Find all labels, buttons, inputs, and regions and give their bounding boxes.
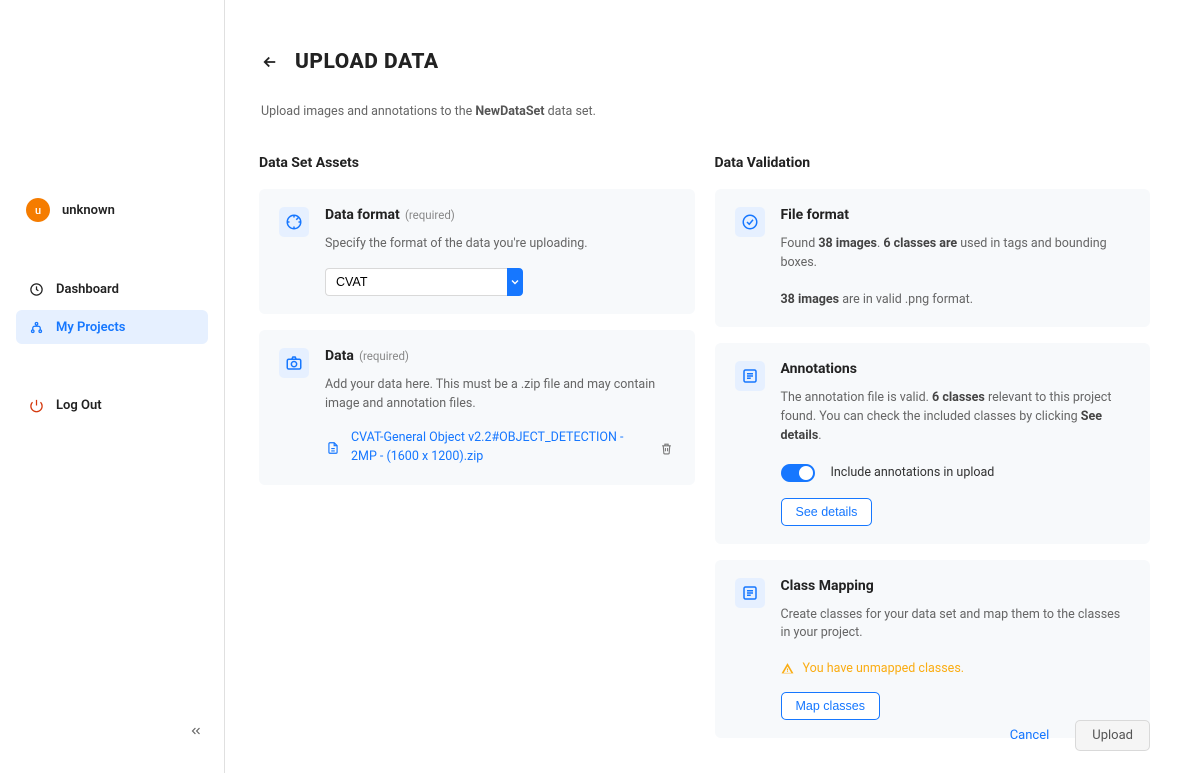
- page-title: UPLOAD DATA: [295, 50, 439, 74]
- sidebar-item-logout[interactable]: Log Out: [16, 388, 208, 422]
- see-details-button[interactable]: See details: [781, 498, 873, 526]
- data-set-assets-column: Data Set Assets Data format (required) S…: [259, 155, 695, 754]
- user-name: unknown: [62, 203, 115, 218]
- include-annotations-label: Include annotations in upload: [831, 465, 995, 480]
- camera-icon: [279, 348, 309, 378]
- map-classes-button[interactable]: Map classes: [781, 692, 880, 720]
- desc-dataset-name: NewDataSet: [475, 104, 544, 119]
- class-mapping-sub: Create classes for your data set and map…: [781, 606, 1131, 644]
- data-validation-column: Data Validation File format Found 38 ima…: [715, 155, 1151, 754]
- data-format-select[interactable]: [325, 268, 523, 296]
- desc-suffix: data set.: [545, 104, 596, 119]
- sidebar-nav: Dashboard My Projects Log Out: [16, 272, 208, 422]
- cancel-button[interactable]: Cancel: [1000, 722, 1060, 749]
- collapse-sidebar-button[interactable]: [184, 719, 208, 743]
- uploaded-file-row: CVAT-General Object v2.2#OBJECT_DETECTIO…: [325, 429, 675, 467]
- include-annotations-row: Include annotations in upload: [781, 464, 1131, 482]
- file-format-line2: 38 images are in valid .png format.: [781, 291, 1131, 310]
- sidebar-item-label: My Projects: [56, 320, 125, 335]
- sidebar-item-label: Dashboard: [56, 282, 119, 297]
- annotations-sub: The annotation file is valid. 6 classes …: [781, 389, 1131, 445]
- file-format-line1: Found 38 images. 6 classes are used in t…: [781, 235, 1131, 273]
- sidebar-item-dashboard[interactable]: Dashboard: [16, 272, 208, 306]
- page-description: Upload images and annotations to the New…: [261, 104, 1150, 119]
- data-format-input[interactable]: [325, 268, 507, 296]
- clock-icon: [28, 281, 44, 297]
- upload-button[interactable]: Upload: [1075, 720, 1150, 751]
- annotations-card: Annotations The annotation file is valid…: [715, 343, 1151, 543]
- column-title-validation: Data Validation: [715, 155, 1151, 171]
- delete-file-button[interactable]: [659, 440, 675, 456]
- data-format-icon: [279, 207, 309, 237]
- required-tag: (required): [359, 349, 409, 363]
- check-circle-icon: [735, 207, 765, 237]
- unmapped-classes-warning: You have unmapped classes.: [781, 661, 1131, 676]
- data-format-sub: Specify the format of the data you're up…: [325, 235, 675, 254]
- sidebar: u unknown Dashboard My Projects Log Ou: [0, 0, 225, 773]
- footer-actions: Cancel Upload: [1000, 720, 1150, 751]
- data-format-card: Data format (required) Specify the forma…: [259, 189, 695, 314]
- list-icon: [735, 578, 765, 608]
- file-icon: [325, 440, 341, 456]
- data-format-title: Data format: [325, 207, 400, 223]
- sidebar-item-label: Log Out: [56, 398, 102, 413]
- list-icon: [735, 361, 765, 391]
- power-icon: [28, 397, 44, 413]
- data-sub: Add your data here. This must be a .zip …: [325, 376, 675, 414]
- user-block[interactable]: u unknown: [16, 196, 208, 224]
- warning-text: You have unmapped classes.: [803, 661, 965, 676]
- projects-icon: [28, 319, 44, 335]
- back-button[interactable]: [259, 51, 281, 73]
- avatar: u: [26, 198, 50, 222]
- data-title: Data: [325, 348, 354, 364]
- main-content: UPLOAD DATA Upload images and annotation…: [225, 0, 1184, 773]
- required-tag: (required): [405, 208, 455, 222]
- include-annotations-toggle[interactable]: [781, 464, 815, 482]
- sidebar-item-my-projects[interactable]: My Projects: [16, 310, 208, 344]
- column-title-assets: Data Set Assets: [259, 155, 695, 171]
- warning-icon: [781, 662, 795, 676]
- desc-prefix: Upload images and annotations to the: [261, 104, 475, 119]
- data-format-dropdown-button[interactable]: [507, 268, 523, 296]
- file-format-card: File format Found 38 images. 6 classes a…: [715, 189, 1151, 327]
- uploaded-file-name[interactable]: CVAT-General Object v2.2#OBJECT_DETECTIO…: [351, 429, 649, 467]
- page-header: UPLOAD DATA: [259, 50, 1150, 74]
- file-format-title: File format: [781, 207, 850, 223]
- class-mapping-title: Class Mapping: [781, 578, 874, 594]
- annotations-title: Annotations: [781, 361, 857, 377]
- data-card: Data (required) Add your data here. This…: [259, 330, 695, 485]
- class-mapping-card: Class Mapping Create classes for your da…: [715, 560, 1151, 739]
